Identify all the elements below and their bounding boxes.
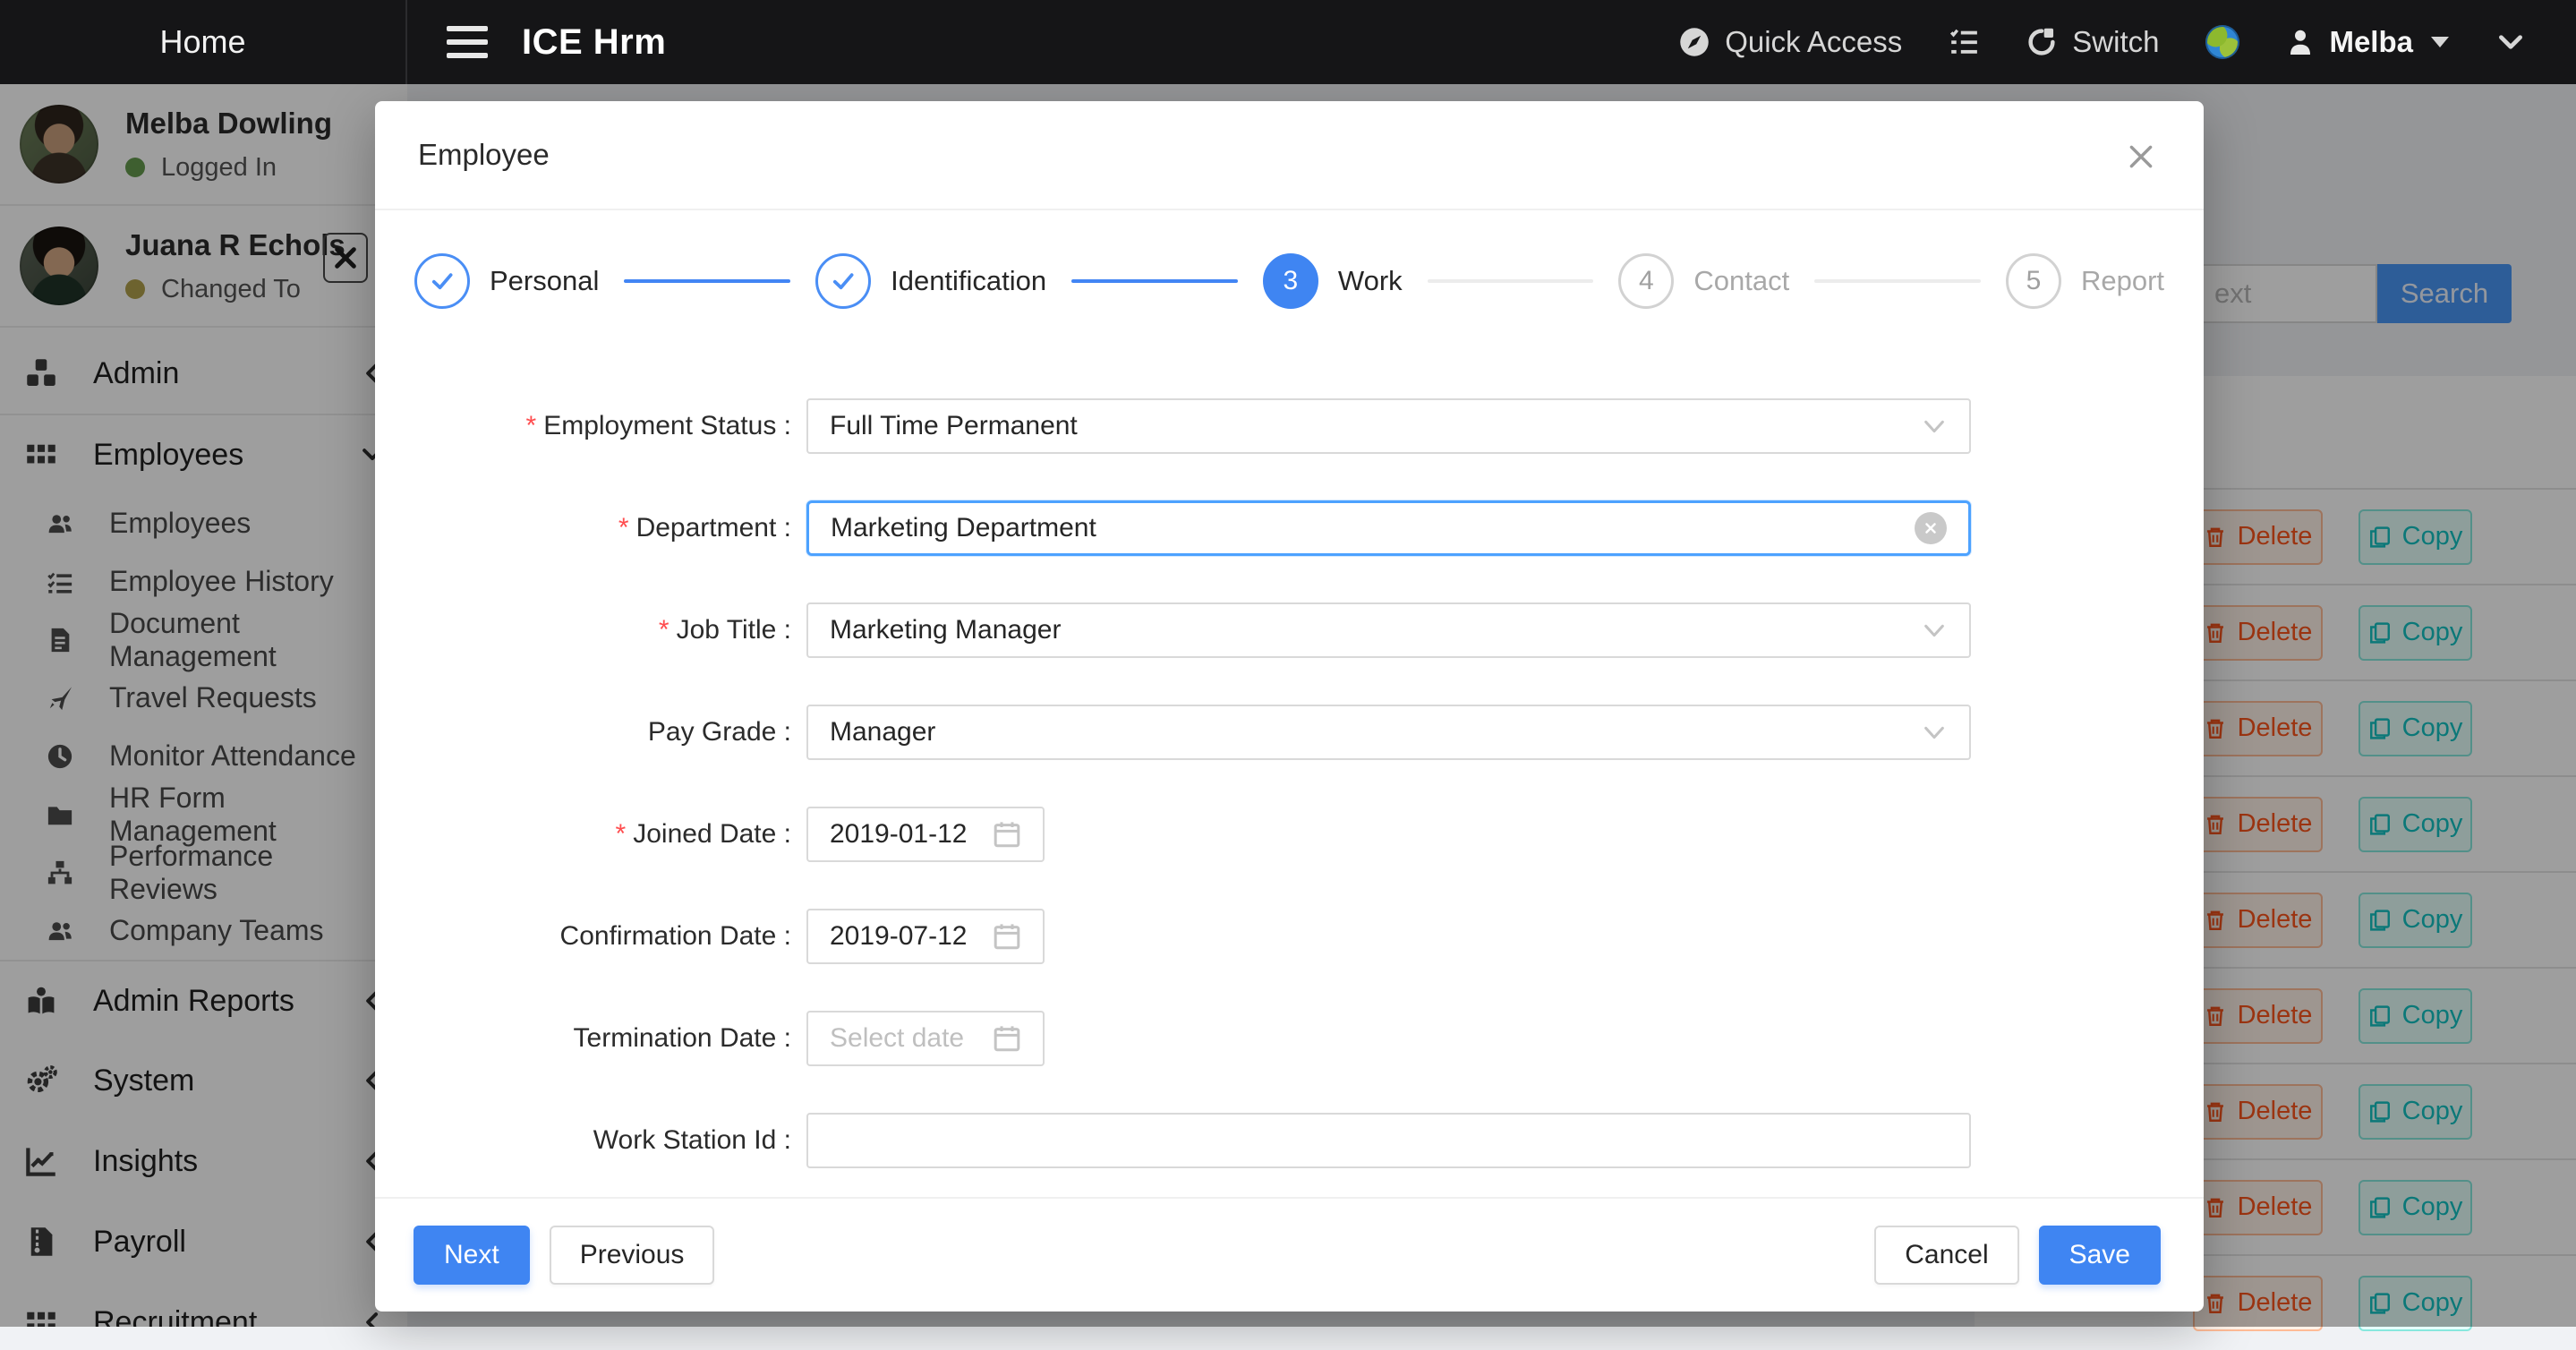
date-input-confirmation-date[interactable]: 2019-07-12 [806,909,1045,964]
autocomplete-input-department[interactable]: Marketing Department [806,500,1971,556]
check-icon [428,267,456,295]
home-label: Home [159,23,245,61]
step-number-circle: 4 [1618,253,1674,309]
required-asterisk: * [526,411,537,440]
step-label: Personal [490,265,599,297]
close-icon [2126,141,2156,172]
form-row-pay-grade: Pay Grade Manager [375,705,2204,760]
field-value: Marketing Department [831,513,1096,543]
field-label: Confirmation Date [375,921,791,952]
step-connector [1071,279,1238,283]
modal-title: Employee [418,138,550,172]
quick-access-label: Quick Access [1725,25,1902,59]
form-row-employment-status: *Employment Status Full Time Permanent [375,398,2204,454]
switch-user-button[interactable]: Switch [2026,25,2159,59]
step-connector [1814,279,1981,283]
calendar-icon [993,1024,1021,1053]
next-button[interactable]: Next [414,1226,530,1285]
collapse-navbar-button[interactable] [2495,27,2526,57]
nav-home[interactable]: Home [0,0,407,84]
field-label: Termination Date [375,1023,791,1054]
required-asterisk: * [616,819,627,849]
calendar-icon [993,922,1021,951]
form-row-job-title: *Job Title Marketing Manager [375,602,2204,658]
text-input-work-station-id[interactable] [806,1113,1971,1168]
field-label: Work Station Id [375,1125,791,1156]
select-input-pay-grade[interactable]: Manager [806,705,1971,760]
x-icon [1923,520,1939,536]
user-label: Melba [2329,25,2413,59]
form-row-confirmation-date: Confirmation Date 2019-07-12 [375,909,2204,964]
date-input-termination-date[interactable]: Select date [806,1011,1045,1066]
step-number-circle: 3 [1263,253,1318,309]
chevron-down-icon [2495,27,2526,57]
top-navbar: Home ICE Hrm Quick Access [0,0,2576,84]
field-label: *Department [375,513,791,543]
field-value: Marketing Manager [830,615,1061,645]
step-label: Identification [891,265,1046,297]
field-value: Manager [830,717,935,748]
select-arrow [1921,413,1948,440]
task-list-button[interactable] [1949,27,1979,57]
switch-icon [2026,26,2058,58]
field-placeholder: Select date [830,1023,964,1054]
required-asterisk: * [618,513,629,543]
checklist-icon [1949,27,1979,57]
field-value: Full Time Permanent [830,411,1078,441]
modal-footer: Next Previous Cancel Save [375,1197,2204,1312]
modal-header: Employee [375,101,2204,210]
form-row-joined-date: *Joined Date 2019-01-12 [375,807,2204,862]
select-arrow [1921,719,1948,746]
step-connector [1428,279,1594,283]
step-label: Contact [1693,265,1789,297]
step-label: Work [1338,265,1403,297]
compass-icon [1678,26,1710,58]
app-brand: ICE Hrm [522,22,666,63]
user-icon [2286,28,2315,56]
language-globe-icon[interactable] [2205,25,2239,59]
field-value: 2019-01-12 [830,819,967,850]
hamburger-menu-icon[interactable] [447,26,488,58]
user-menu[interactable]: Melba [2286,25,2449,59]
caret-down-icon [2431,37,2449,47]
step-personal[interactable]: Personal [414,253,599,309]
form-row-department: *Department Marketing Department [375,500,2204,556]
modal-close-button[interactable] [2116,132,2166,182]
field-label: *Employment Status [375,411,791,441]
field-label: *Joined Date [375,819,791,850]
step-check-circle [815,253,871,309]
switch-label: Switch [2072,25,2159,59]
step-report[interactable]: 5 Report [2006,253,2164,309]
app-root: ext Search DeleteCopyDeleteCopyDeleteCop… [0,0,2576,1327]
field-label: Pay Grade [375,717,791,748]
field-value: 2019-07-12 [830,921,967,952]
step-identification[interactable]: Identification [815,253,1046,309]
cancel-button[interactable]: Cancel [1874,1226,2018,1285]
step-work[interactable]: 3 Work [1263,253,1403,309]
form-row-work-station-id: Work Station Id [375,1113,2204,1168]
step-number-circle: 5 [2006,253,2061,309]
quick-access-button[interactable]: Quick Access [1678,25,1902,59]
step-contact[interactable]: 4 Contact [1618,253,1789,309]
previous-button[interactable]: Previous [550,1226,715,1285]
work-step-form: *Employment Status Full Time Permanent *De… [375,352,2204,1197]
step-label: Report [2081,265,2164,297]
date-input-joined-date[interactable]: 2019-01-12 [806,807,1045,862]
field-label: *Job Title [375,615,791,645]
select-input-job-title[interactable]: Marketing Manager [806,602,1971,658]
save-button[interactable]: Save [2039,1226,2161,1285]
step-check-circle [414,253,470,309]
check-icon [829,267,857,295]
form-row-termination-date: Termination Date Select date [375,1011,2204,1066]
calendar-icon [993,820,1021,849]
clear-input-icon[interactable] [1915,512,1947,544]
step-connector [624,279,790,283]
employee-modal: Employee Personal Identification 3 Work 4 Con… [375,101,2204,1312]
wizard-steps: Personal Identification 3 Work 4 Contact 5 Repo… [375,210,2204,352]
select-arrow [1921,617,1948,644]
required-asterisk: * [659,615,670,645]
select-input-employment-status[interactable]: Full Time Permanent [806,398,1971,454]
